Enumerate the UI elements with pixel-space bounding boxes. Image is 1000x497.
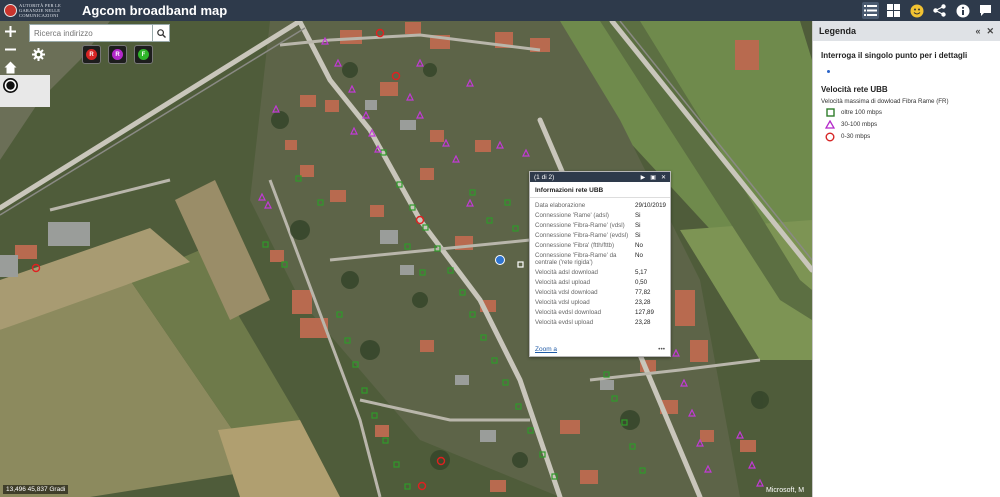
layer-button-fibra[interactable]: F	[134, 45, 153, 64]
satellite-imagery[interactable]	[0, 21, 812, 497]
scale-readout: 13,496 45,837 Gradi	[3, 485, 69, 494]
zoom-in-button[interactable]	[3, 24, 17, 38]
smiley-icon[interactable]	[908, 2, 925, 19]
popup-attribute-row: Connessione 'Fibra-Rame' (vdsl) Si	[535, 221, 667, 231]
layer-label: F	[138, 49, 149, 60]
popup-attribute-row: Velocità evdsl download 127,89	[535, 308, 667, 318]
attribute-label: Connessione 'Fibra-Rame' da centrale ('r…	[535, 252, 617, 266]
legend-item: oltre 100 mbps	[813, 105, 1000, 117]
legend-title: Legenda	[819, 26, 857, 36]
popup-footer: Zoom a •••	[535, 346, 665, 353]
attribute-label: Velocità adsl download	[535, 269, 598, 276]
attribute-label: Velocità evdsl upload	[535, 319, 594, 326]
chat-icon[interactable]	[977, 2, 994, 19]
popup-attribute-row: Connessione 'Fibra-Rame' da centrale ('r…	[535, 251, 667, 268]
legend-panel: Legenda « ✕ Interroga il singolo punto p…	[812, 21, 1000, 497]
popup-attribute-row: Connessione 'Fibra' (ftth/fttb) No	[535, 241, 667, 251]
map-view[interactable]	[0, 21, 812, 497]
legend-section-title: Velocità rete UBB	[821, 85, 888, 94]
layer-button-rame[interactable]: R	[82, 45, 101, 64]
attribute-label: Velocità vdsl upload	[535, 299, 590, 306]
attribute-value: 23,28	[635, 299, 651, 306]
search-input[interactable]	[29, 24, 153, 42]
attribute-value: Si	[635, 232, 641, 239]
app-header: AUTORITÀ PER LE GARANZIE NELLE COMUNICAZ…	[0, 0, 1000, 21]
app-title: Agcom broadband map	[82, 3, 228, 18]
logo-text-line: COMUNICAZIONI	[19, 13, 59, 18]
agcom-emblem-icon	[4, 4, 17, 17]
green-square-icon	[825, 108, 835, 118]
map-attribution: Microsoft, M	[766, 487, 805, 494]
attribute-label: Velocità adsl upload	[535, 279, 591, 286]
share-icon[interactable]	[931, 2, 948, 19]
agcom-logo[interactable]: AUTORITÀ PER LE GARANZIE NELLE COMUNICAZ…	[4, 3, 70, 18]
popup-title: Informazioni rete UBB	[530, 182, 670, 198]
popup-attribute-row: Velocità evdsl upload 23,28	[535, 318, 667, 328]
home-icon[interactable]	[3, 60, 18, 75]
popup-attribute-row: Velocità adsl upload 0,50	[535, 278, 667, 288]
close-icon[interactable]: ✕	[986, 26, 994, 37]
legend-intro: Interroga il singolo punto per i dettagl…	[821, 51, 968, 60]
gear-icon[interactable]	[31, 47, 46, 62]
attribute-label: Velocità evdsl download	[535, 309, 602, 316]
attribute-value: No	[635, 242, 643, 249]
logo-text: AUTORITÀ PER LE GARANZIE NELLE COMUNICAZ…	[19, 3, 61, 18]
legend-item-label: 0-30 mbps	[841, 133, 871, 140]
attribute-value: 23,28	[635, 319, 651, 326]
popup-attribute-row: Connessione 'Rame' (adsl) Si	[535, 211, 667, 221]
zoom-out-button[interactable]	[3, 42, 17, 56]
layer-button-fibra-rame[interactable]: R	[108, 45, 127, 64]
popup-attribute-row: Velocità adsl download 5,17	[535, 268, 667, 278]
attribute-label: Connessione 'Rame' (adsl)	[535, 212, 609, 219]
search-icon	[156, 28, 166, 38]
list-icon[interactable]	[862, 2, 879, 19]
attribute-value: Si	[635, 222, 641, 229]
locate-icon[interactable]	[3, 78, 18, 93]
attribute-value: Si	[635, 212, 641, 219]
legend-item: 0-30 mbps	[813, 129, 1000, 141]
legend-item-label: 30-100 mbps	[841, 121, 878, 128]
legend-item: 30-100 mbps	[813, 117, 1000, 129]
legend-item-label: oltre 100 mbps	[841, 109, 882, 116]
dock-icon[interactable]: ▣	[650, 174, 656, 181]
layer-label: R	[112, 49, 123, 60]
popup-header: (1 di 2) ▶ ▣ ✕	[530, 172, 670, 182]
magenta-triangle-icon	[825, 120, 835, 130]
feature-popup: (1 di 2) ▶ ▣ ✕ Informazioni rete UBB Dat…	[529, 171, 671, 357]
popup-attribute-row: Velocità vdsl download 77,82	[535, 288, 667, 298]
red-circle-icon	[825, 132, 835, 142]
attribute-value: 0,50	[635, 279, 648, 286]
next-feature-icon[interactable]: ▶	[641, 174, 646, 181]
close-icon[interactable]: ✕	[661, 174, 666, 181]
attribute-value: 29/10/2019	[635, 202, 666, 209]
search-box	[29, 24, 170, 42]
grid-icon[interactable]	[885, 2, 902, 19]
search-button[interactable]	[153, 24, 170, 42]
popup-attribute-row: Connessione 'Fibra-Rame' (evdsl) Si	[535, 231, 667, 241]
legend-subtitle: Velocità massima di dowload Fibra Rame (…	[821, 98, 949, 105]
attribute-value: No	[635, 252, 643, 259]
attribute-label: Connessione 'Fibra-Rame' (evdsl)	[535, 232, 629, 239]
header-toolbar	[862, 2, 994, 19]
more-options-icon[interactable]: •••	[658, 346, 665, 353]
attribute-label: Data elaborazione	[535, 202, 586, 209]
popup-attribute-row: Velocità vdsl upload 23,28	[535, 298, 667, 308]
popup-counter: (1 di 2)	[534, 173, 555, 181]
attribute-label: Velocità vdsl download	[535, 289, 598, 296]
attribute-label: Connessione 'Fibra' (ftth/fttb)	[535, 242, 615, 249]
collapse-icon[interactable]: «	[975, 26, 980, 36]
attribute-value: 127,89	[635, 309, 654, 316]
attribute-value: 5,17	[635, 269, 648, 276]
attribute-label: Connessione 'Fibra-Rame' (vdsl)	[535, 222, 625, 229]
popup-attribute-row: Data elaborazione 29/10/2019	[535, 201, 667, 211]
legend-header: Legenda « ✕	[813, 21, 1000, 41]
zoom-to-link[interactable]: Zoom a	[535, 346, 557, 353]
layer-label: R	[86, 49, 97, 60]
popup-attributes-table: Data elaborazione 29/10/2019 Connessione '…	[535, 201, 667, 328]
attribute-value: 77,82	[635, 289, 651, 296]
info-icon[interactable]	[954, 2, 971, 19]
